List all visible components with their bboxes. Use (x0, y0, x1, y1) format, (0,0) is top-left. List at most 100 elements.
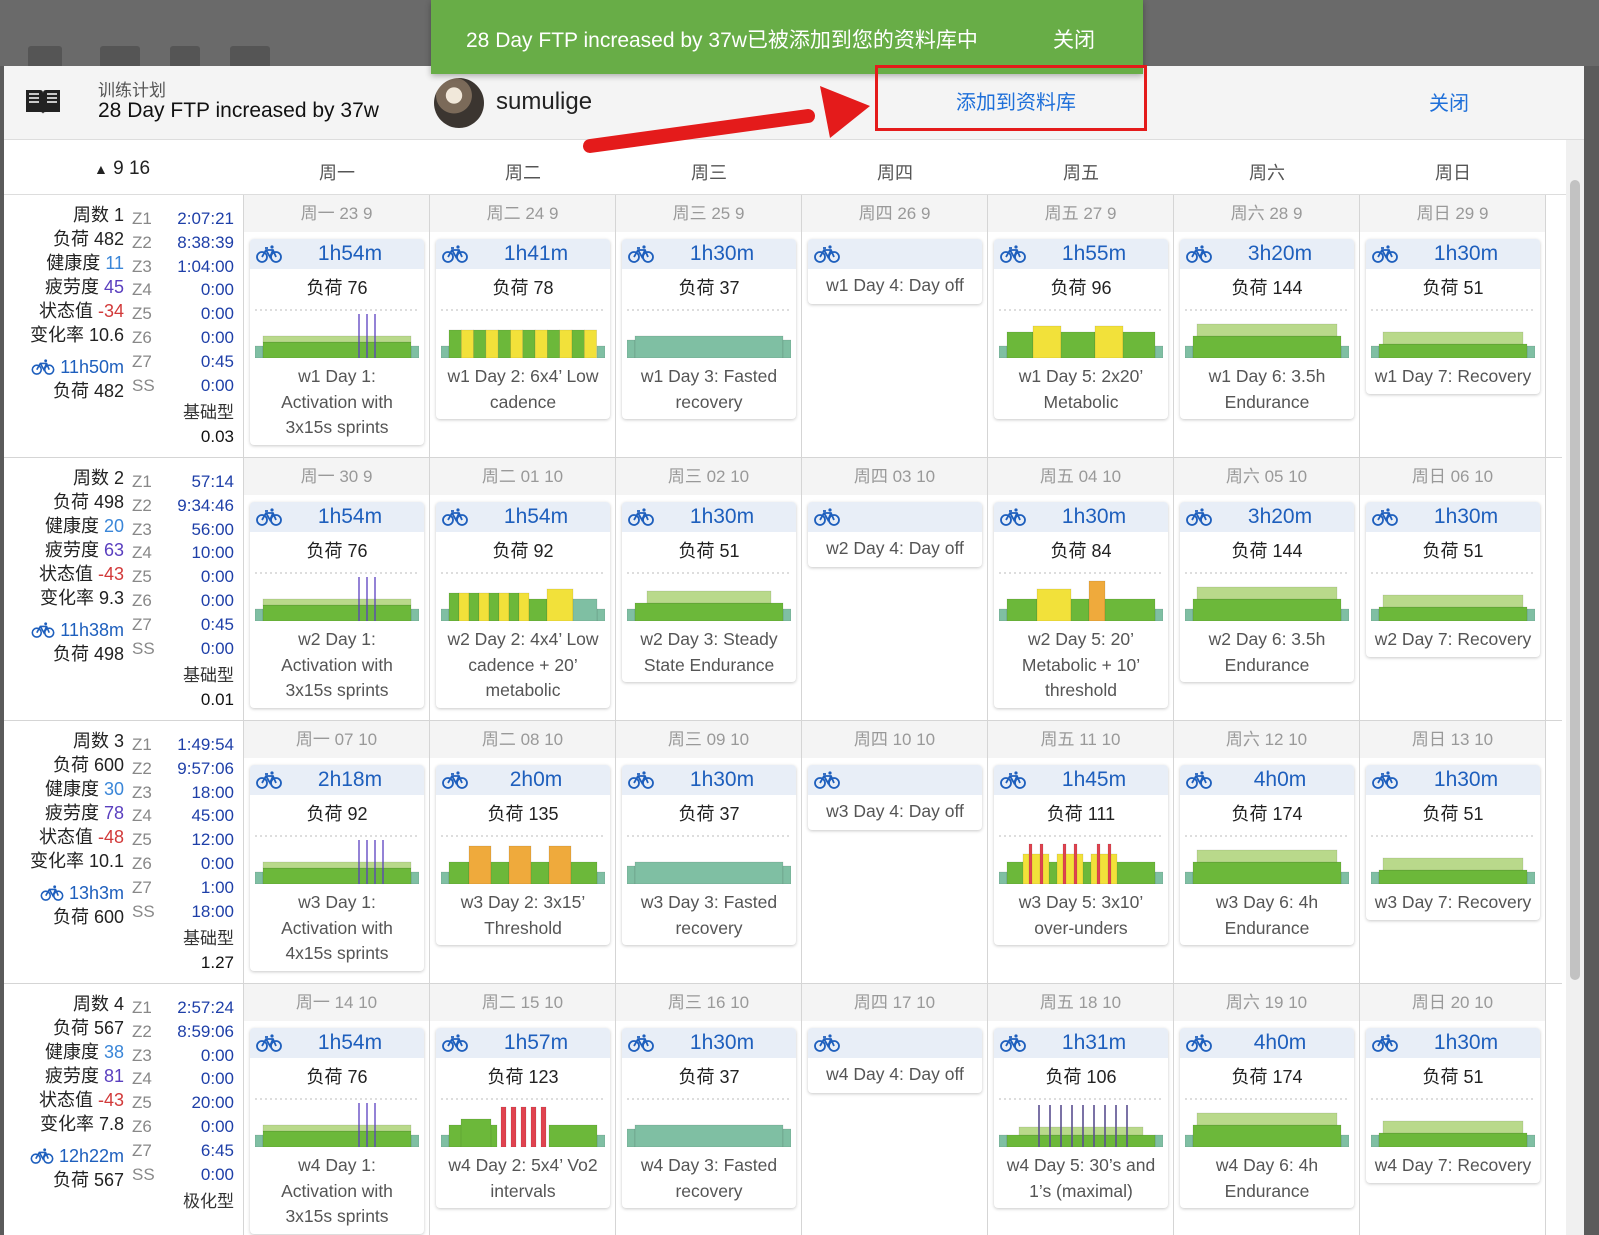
day-cell[interactable]: 周四 26 9 w1 Day 4: Day off (802, 195, 988, 457)
warmup-block (255, 345, 264, 358)
week-selector[interactable]: ▲ 9 16 (94, 158, 150, 180)
day-cell[interactable]: 周五 27 9 1h55m 负荷 96 w1 Day 5: 2x20’ Metab… (988, 195, 1174, 457)
workout-title-line: recovery (675, 391, 743, 412)
day-cell[interactable]: 周日 29 9 1h30m 负荷 51 w1 Day 7: Recovery (1360, 195, 1546, 457)
day-cell[interactable]: 周五 04 10 1h30m 负荷 84 w2 Day 5: 20’ Metabo… (988, 458, 1174, 720)
scrollbar-thumb[interactable] (1570, 180, 1580, 980)
day-cell[interactable]: 周二 08 10 2h0m 负荷 135 w3 Day 2: 3x15’ Thre… (430, 721, 616, 983)
interval-block (1122, 331, 1156, 358)
zone-line: Z2 8:38:39 (132, 231, 234, 255)
workout-card[interactable]: 1h54m 负荷 76 w1 Day 1: Activation with 3x15… (250, 239, 424, 445)
day-cell[interactable]: 周四 03 10 w2 Day 4: Day off (802, 458, 988, 720)
workout-card[interactable]: 1h54m 负荷 92 w2 Day 2: 4x4’ Low cadence + … (436, 502, 610, 708)
workout-card[interactable]: 2h18m 负荷 92 w3 Day 1: Activation with 4x15… (250, 765, 424, 971)
day-cell[interactable]: 周三 09 10 1h30m 负荷 37 w3 Day 3: Fasted rec… (616, 721, 802, 983)
day-cell[interactable]: 周二 24 9 1h41m 负荷 78 w1 Day 2: 6x4’ Low ca… (430, 195, 616, 457)
day-cell[interactable]: 周五 11 10 1h45m 负荷 111 w3 Day 5: 3x10’ ove… (988, 721, 1174, 983)
day-date: 周六 12 10 (1174, 721, 1359, 758)
cooldown-block (1526, 1134, 1535, 1147)
day-cell[interactable]: 周一 30 9 1h54m 负荷 76 w2 Day 1: Activation … (244, 458, 430, 720)
workout-card[interactable]: 1h45m 负荷 111 w3 Day 5: 3x10’ over-unders (994, 765, 1168, 945)
ride-load: 负荷 498 (52, 644, 124, 664)
workout-card[interactable]: w4 Day 4: Day off (808, 1028, 982, 1093)
username[interactable]: sumulige (496, 88, 592, 116)
workout-card[interactable]: 1h31m 负荷 106 w4 Day 5: 30’s and 1’s (maxi… (994, 1028, 1168, 1208)
workout-card[interactable]: 1h30m 负荷 51 w4 Day 7: Recovery (1366, 1028, 1540, 1183)
workout-card[interactable]: 1h30m 负荷 37 w4 Day 3: Fasted recovery (622, 1028, 796, 1208)
zone-label: Z7 (132, 351, 152, 371)
day-cell[interactable]: 周二 15 10 1h57m 负荷 123 w4 Day 2: 5x4’ Vo2… (430, 984, 616, 1235)
day-cell[interactable]: 周一 14 10 1h54m 负荷 76 w4 Day 1: Activation… (244, 984, 430, 1235)
workout-title-line: State Endurance (643, 654, 775, 675)
workout-title-line: w3 Day 5: 3x10’ (1018, 892, 1144, 912)
workout-load: 负荷 51 (1422, 1067, 1484, 1087)
workout-card[interactable]: 4h0m 负荷 174 w3 Day 6: 4h Endurance (1180, 765, 1354, 945)
scrollbar[interactable] (1566, 140, 1584, 1235)
workout-card[interactable]: 1h54m 负荷 76 w4 Day 1: Activation with 3x15… (250, 1028, 424, 1234)
workout-card-header: 1h41m (436, 239, 610, 269)
workout-card-header: 3h20m (1180, 239, 1354, 269)
interval-block (528, 598, 548, 621)
background-toolbar-item (100, 46, 140, 68)
day-cell[interactable]: 周三 02 10 1h30m 负荷 51 w2 Day 3: Steady Sta… (616, 458, 802, 720)
workout-card[interactable]: 4h0m 负荷 174 w4 Day 6: 4h Endurance (1180, 1028, 1354, 1208)
close-button[interactable]: 关闭 (1429, 87, 1469, 116)
dow-wed: 周三 (691, 163, 727, 183)
workout-load: 负荷 51 (1422, 804, 1484, 824)
day-cell[interactable]: 周六 28 9 3h20m 负荷 144 w1 Day 6: 3.5h Endur… (1174, 195, 1360, 457)
day-cell[interactable]: 周五 18 10 1h31m 负荷 106 w4 Day 5: 30’s and… (988, 984, 1174, 1235)
day-cell[interactable]: 周四 17 10 w4 Day 4: Day off (802, 984, 988, 1235)
zone-time: 1:49:54 (177, 735, 234, 754)
workout-card[interactable]: 1h55m 负荷 96 w1 Day 5: 2x20’ Metabolic (994, 239, 1168, 419)
workout-card[interactable]: 2h0m 负荷 135 w3 Day 2: 3x15’ Threshold (436, 765, 610, 945)
endurance-block (1196, 323, 1338, 337)
day-cell[interactable]: 周日 13 10 1h30m 负荷 51 w3 Day 7: Recovery (1360, 721, 1546, 983)
workout-load: 负荷 37 (678, 278, 740, 298)
workout-card[interactable]: 1h30m 负荷 51 w2 Day 3: Steady State Endura… (622, 502, 796, 682)
day-cell[interactable]: 周日 20 10 1h30m 负荷 51 w4 Day 7: Recovery (1360, 984, 1546, 1235)
workout-card[interactable]: 1h30m 负荷 84 w2 Day 5: 20’ Metabolic + 10’… (994, 502, 1168, 708)
workout-card[interactable]: w3 Day 4: Day off (808, 765, 982, 830)
workout-card[interactable]: 1h57m 负荷 123 w4 Day 2: 5x4’ Vo2 intervals (436, 1028, 610, 1208)
day-cell[interactable]: 周三 16 10 1h30m 负荷 37 w4 Day 3: Fasted rec… (616, 984, 802, 1235)
workout-card[interactable]: 1h30m 负荷 37 w3 Day 3: Fasted recovery (622, 765, 796, 945)
toast-close-button[interactable]: 关闭 (1053, 24, 1095, 54)
workout-title-line: w2 Day 6: 3.5h (1208, 629, 1326, 649)
workout-card[interactable]: 1h30m 负荷 51 w1 Day 7: Recovery (1366, 239, 1540, 394)
day-cell[interactable]: 周六 05 10 3h20m 负荷 144 w2 Day 6: 3.5h Endu… (1174, 458, 1360, 720)
day-cell[interactable]: 周四 10 10 w3 Day 4: Day off (802, 721, 988, 983)
workout-card[interactable]: w1 Day 4: Day off (808, 239, 982, 304)
form-label: 状态值 (38, 827, 93, 847)
workout-card[interactable]: 1h54m 负荷 76 w2 Day 1: Activation with 3x15… (250, 502, 424, 708)
background-toolbar-item (170, 46, 200, 68)
day-cell[interactable]: 周二 01 10 1h54m 负荷 92 w2 Day 2: 4x4’ Low c… (430, 458, 616, 720)
workout-card-header: 3h20m (1180, 502, 1354, 532)
day-cell[interactable]: 周日 06 10 1h30m 负荷 51 w2 Day 7: Recovery (1360, 458, 1546, 720)
interval-block (1060, 331, 1096, 358)
avatar[interactable] (434, 78, 484, 128)
zone-time: 0:00 (200, 327, 234, 347)
workout-card[interactable]: 1h30m 负荷 37 w1 Day 3: Fasted recovery (622, 239, 796, 419)
day-cell[interactable]: 周一 23 9 1h54m 负荷 76 w1 Day 1: Activation … (244, 195, 430, 457)
workout-title: w2 Day 2: 4x4’ Low cadence + 20’ metabolic (436, 621, 610, 708)
workout-card[interactable]: w2 Day 4: Day off (808, 502, 982, 567)
workout-card[interactable]: 1h41m 负荷 78 w1 Day 2: 6x4’ Low cadence (436, 239, 610, 419)
background-toolbar-item (28, 46, 62, 68)
endurance-block (1382, 331, 1524, 345)
day-date: 周二 15 10 (430, 984, 615, 1021)
warmup-block (1371, 871, 1380, 884)
day-cell[interactable]: 周一 07 10 2h18m 负荷 92 w3 Day 1: Activation… (244, 721, 430, 983)
day-cell[interactable]: 周六 19 10 4h0m 负荷 174 w4 Day 6: 4h Enduran… (1174, 984, 1360, 1235)
workout-card[interactable]: 1h30m 负荷 51 w3 Day 7: Recovery (1366, 765, 1540, 920)
workout-card[interactable]: 3h20m 负荷 144 w2 Day 6: 3.5h Endurance (1180, 502, 1354, 682)
workout-card-header: 1h30m (622, 239, 796, 269)
zone-label: Z1 (132, 472, 152, 491)
day-cell[interactable]: 周三 25 9 1h30m 负荷 37 w1 Day 3: Fasted reco… (616, 195, 802, 457)
day-cell[interactable]: 周六 12 10 4h0m 负荷 174 w3 Day 6: 4h Enduran… (1174, 721, 1360, 983)
warmup-block (1185, 345, 1194, 358)
workout-load: 负荷 106 (1045, 1067, 1117, 1087)
workout-title-line: Endurance (1224, 1180, 1310, 1201)
workout-card[interactable]: 3h20m 负荷 144 w1 Day 6: 3.5h Endurance (1180, 239, 1354, 419)
workout-card[interactable]: 1h30m 负荷 51 w2 Day 7: Recovery (1366, 502, 1540, 657)
zone-line: SS 18:00 (132, 900, 234, 924)
